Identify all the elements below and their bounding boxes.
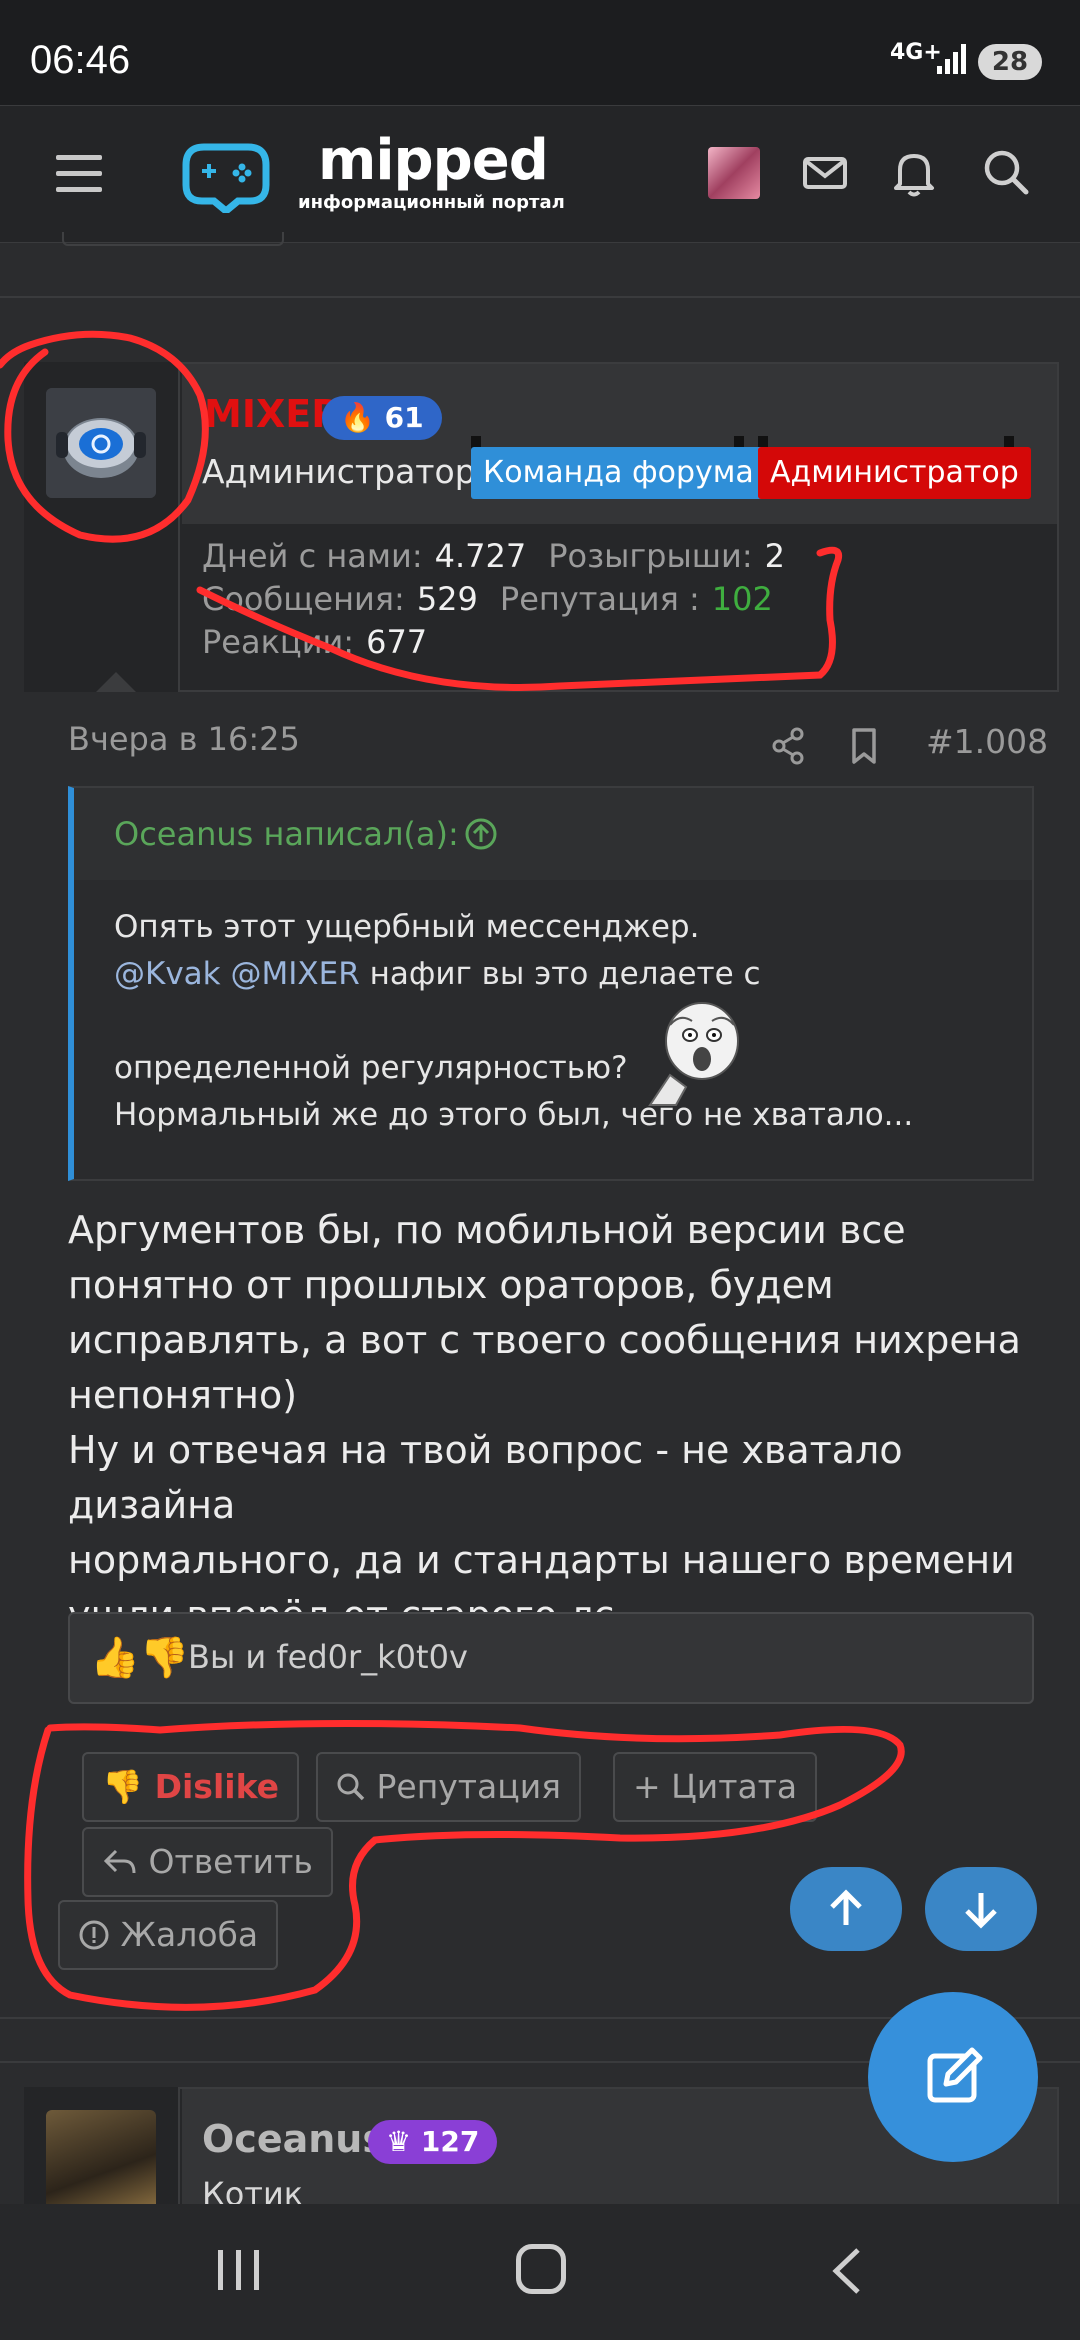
scroll-down-button[interactable]: [925, 1867, 1037, 1951]
bell-icon[interactable]: [890, 146, 938, 198]
reactions-text[interactable]: Вы и fed0r_k0t0v: [188, 1638, 468, 1676]
quote-author[interactable]: Oceanus написал(а):: [114, 815, 459, 853]
author-level-count: 61: [384, 401, 424, 434]
reply-button[interactable]: Ответить: [82, 1827, 333, 1897]
post-date[interactable]: Вчера в 16:25: [68, 720, 300, 758]
battery-indicator: 28: [978, 44, 1042, 80]
mention-link[interactable]: @MIXER: [230, 956, 359, 992]
edit-icon: [927, 2047, 983, 2103]
arrow-up-circle-icon[interactable]: [464, 817, 498, 851]
report-button[interactable]: Жалоба: [58, 1900, 279, 1970]
flame-icon: 🔥: [340, 401, 375, 434]
arrow-up-icon: [830, 1889, 862, 1925]
collapsed-element: [62, 232, 284, 246]
home-icon[interactable]: [516, 2244, 566, 2294]
status-time: 06:46: [30, 38, 131, 82]
author-level-badge: 🔥 61: [322, 396, 442, 440]
plus-icon: +: [633, 1767, 661, 1806]
thumbs-down-icon: 👎: [102, 1767, 144, 1806]
team-tag: Команда форума: [471, 447, 766, 499]
warning-icon: [79, 1920, 109, 1950]
scroll-up-button[interactable]: [790, 1867, 902, 1951]
search-icon[interactable]: [980, 146, 1032, 198]
next-author-level-count: 127: [420, 2125, 480, 2158]
quote-text: Опять этот ущербный мессенджер. @Kvak @M…: [114, 909, 914, 1133]
author-stats: Дней с нами: 4.727 Розыгрыши: 2 Сообщения: 5…: [202, 537, 785, 661]
post-number-link[interactable]: #1.008: [926, 722, 1048, 761]
author-name[interactable]: MIXER: [204, 392, 340, 436]
user-block-caret: [96, 672, 136, 692]
signal-icon: [937, 44, 966, 74]
new-post-button[interactable]: [868, 1992, 1038, 2162]
arrow-down-icon: [965, 1893, 997, 1929]
author-avatar[interactable]: [46, 388, 156, 498]
author-header: [182, 364, 1057, 524]
bookmark-icon[interactable]: [848, 726, 880, 766]
next-author-level-badge: ♛ 127: [368, 2120, 498, 2164]
post-body: Аргументов бы, по мобильной версии все п…: [68, 1208, 1021, 1637]
quote-button[interactable]: + Цитата: [613, 1752, 818, 1822]
back-icon[interactable]: [826, 2246, 866, 2296]
search-icon: [337, 1773, 365, 1801]
author-title: Администратор: [202, 452, 476, 491]
recent-apps-icon[interactable]: [214, 2248, 264, 2292]
logo-gamepad-icon[interactable]: [178, 135, 274, 213]
mention-link[interactable]: @Kvak: [114, 956, 221, 992]
menu-icon[interactable]: [56, 155, 102, 195]
dislike-button[interactable]: 👎 Dislike: [82, 1752, 300, 1822]
reputation-button[interactable]: Репутация: [316, 1752, 582, 1822]
meme-face-sticker: [648, 1002, 739, 1106]
divider: [0, 296, 1080, 298]
mail-icon[interactable]: [800, 148, 850, 198]
logo-text[interactable]: mipped: [318, 128, 549, 193]
admin-tag: Администратор: [758, 447, 1031, 499]
next-author-avatar[interactable]: [46, 2110, 156, 2210]
share-icon[interactable]: [770, 726, 806, 766]
user-avatar[interactable]: [708, 147, 760, 199]
reaction-emoji: 👍👎: [90, 1635, 190, 1681]
crown-icon: ♛: [386, 2125, 412, 2158]
logo-subtitle: информационный портал: [298, 192, 565, 213]
next-author-name[interactable]: Oceanus: [202, 2117, 385, 2161]
reply-icon: [103, 1849, 136, 1874]
